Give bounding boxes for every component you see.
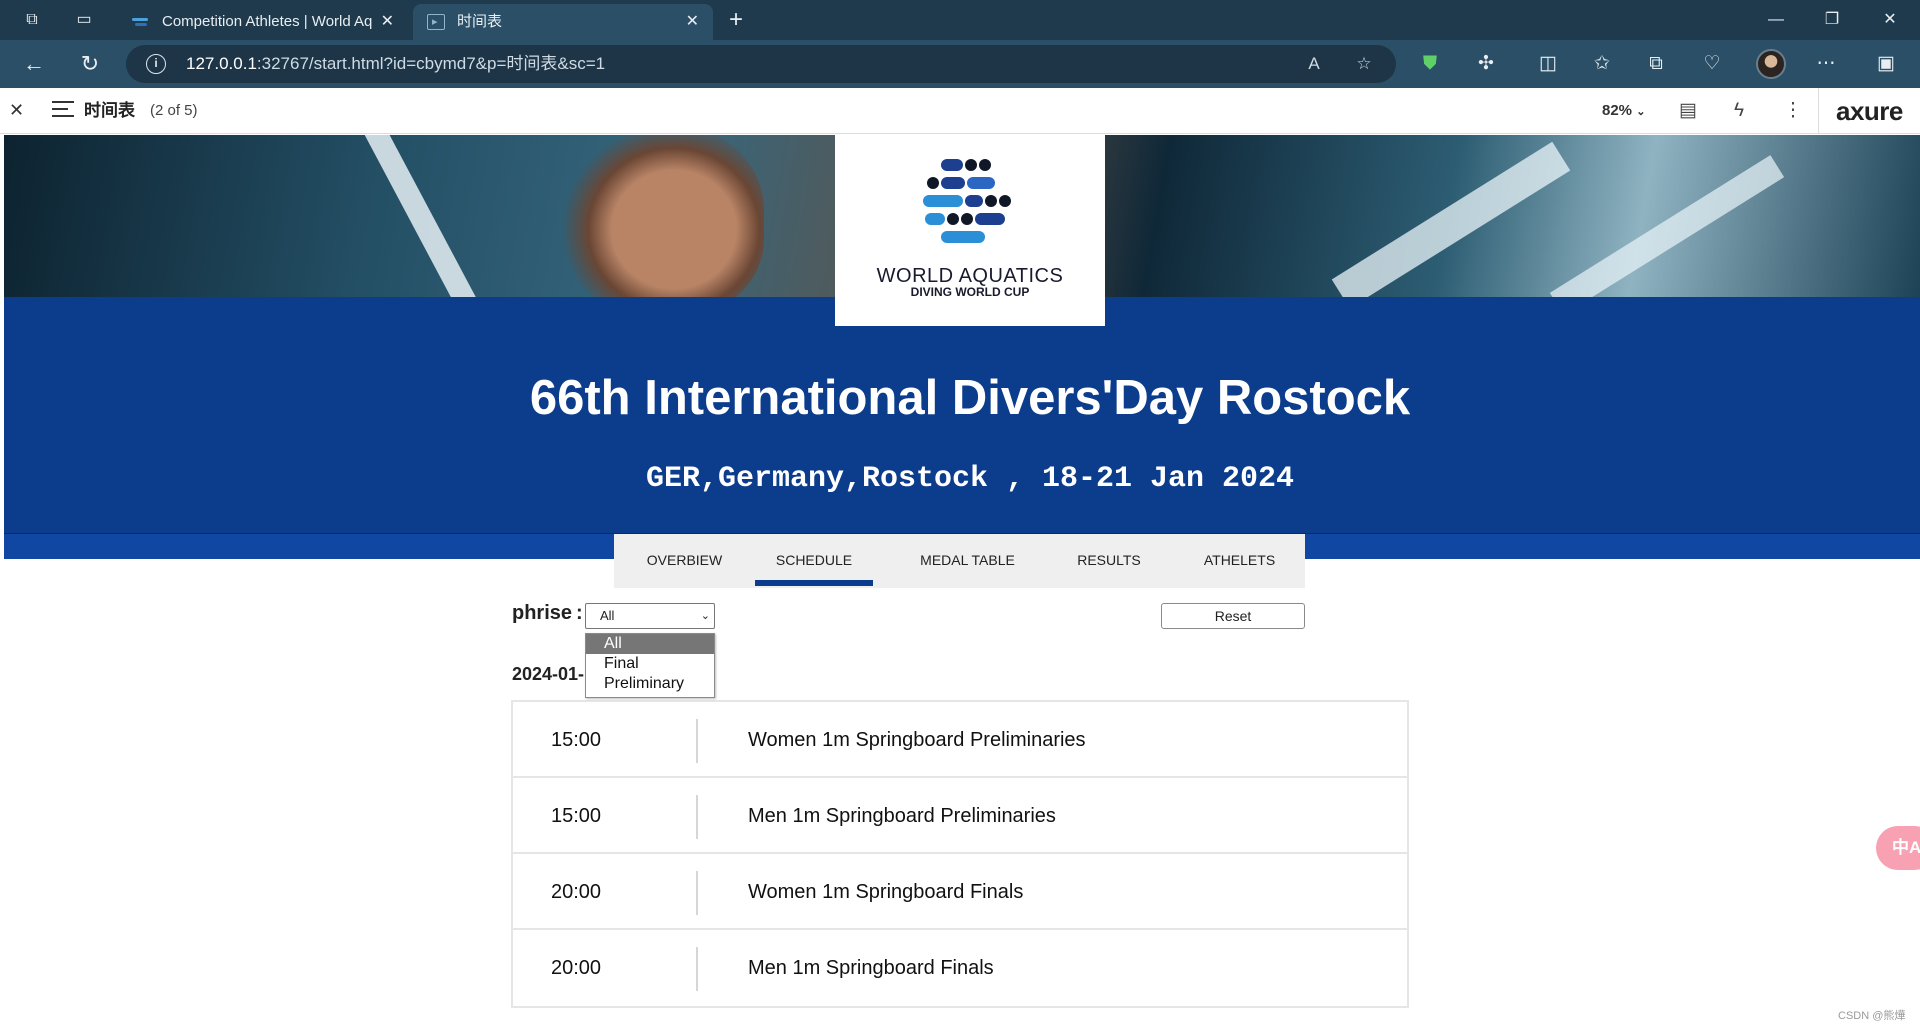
tab-medal-table[interactable]: MEDAL TABLE	[891, 534, 1044, 588]
event-location-dates: GER,Germany,Rostock , 18-21 Jan 2024	[645, 462, 1295, 496]
url-host: 127.0.0.1	[186, 54, 257, 73]
world-aquatics-favicon-icon	[132, 14, 150, 30]
new-tab-button[interactable]: +	[722, 6, 750, 34]
light-streak	[1549, 155, 1785, 297]
read-aloud-icon[interactable]: A	[1302, 52, 1326, 76]
tab-actions-icon[interactable]: ▭	[72, 8, 96, 32]
workspaces-icon[interactable]: ⧉	[20, 8, 44, 32]
schedule-date: 2024-01-	[512, 664, 584, 684]
close-icon[interactable]: ✕	[9, 100, 24, 121]
sitemap-menu-icon[interactable]	[52, 101, 74, 119]
event-title: 66th International Divers'Day Rostock	[529, 371, 1411, 425]
diving-board-streak	[363, 135, 487, 297]
world-aquatics-logo-card: WORLD AQUATICS DIVING WORLD CUP	[835, 135, 1105, 326]
close-tab-icon[interactable]: ✕	[686, 4, 699, 40]
restore-button[interactable]: ❐	[1812, 4, 1852, 36]
minimize-button[interactable]: —	[1756, 4, 1796, 36]
favorite-star-icon[interactable]: ☆	[1352, 52, 1376, 76]
phrise-select-value: All	[600, 608, 615, 623]
event-name: Men 1m Springboard Preliminaries	[748, 805, 1056, 827]
favorites-icon[interactable]: ✩	[1588, 50, 1616, 78]
event-name: Women 1m Springboard Finals	[748, 881, 1024, 903]
tab-overview[interactable]: OVERBIEW	[614, 534, 755, 588]
page-count: (2 of 5)	[150, 102, 198, 119]
event-nav-tabs: OVERBIEW SCHEDULE MEDAL TABLE RESULTS AT…	[614, 534, 1305, 588]
chevron-down-icon: ⌄	[700, 610, 710, 622]
phrise-select[interactable]: All ⌄	[585, 603, 715, 629]
profile-avatar[interactable]	[1756, 49, 1786, 79]
dropdown-option-preliminary[interactable]: Preliminary	[586, 674, 714, 694]
address-bar[interactable]: i 127.0.0.1:32767/start.html?id=cbymd7&p…	[126, 45, 1396, 83]
browser-tab-competition-athletes[interactable]: Competition Athletes | World Aq ✕	[118, 4, 408, 40]
axure-logo: axure	[1836, 96, 1903, 126]
light-streak	[1331, 141, 1571, 297]
tab-athletes[interactable]: ATHELETS	[1174, 534, 1305, 588]
url-text[interactable]: 127.0.0.1:32767/start.html?id=cbymd7&p=时…	[186, 45, 605, 83]
diver-figure	[564, 135, 764, 297]
phrise-label: phrise :	[512, 602, 583, 624]
browser-tab-strip: ⧉ ▭ Competition Athletes | World Aq ✕ 时间…	[0, 0, 1920, 40]
close-window-button[interactable]: ✕	[1870, 4, 1910, 36]
schedule-table: 15:00 Women 1m Springboard Preliminaries…	[511, 700, 1409, 1008]
event-name: Men 1m Springboard Finals	[748, 957, 994, 979]
divider	[696, 719, 698, 763]
notes-icon[interactable]: ▤	[1675, 98, 1701, 124]
event-time: 15:00	[551, 805, 602, 827]
schedule-row[interactable]: 20:00 Men 1m Springboard Finals	[513, 930, 1407, 1006]
divider	[696, 947, 698, 991]
phrise-dropdown-list: All Final Preliminary	[585, 633, 715, 698]
tab-title: 时间表	[457, 13, 503, 30]
back-button[interactable]: ←	[20, 50, 48, 78]
browser-essentials-icon[interactable]: ♡	[1698, 50, 1726, 78]
axure-favicon-icon	[427, 4, 445, 40]
org-subtitle: DIVING WORLD CUP	[910, 285, 1030, 299]
chevron-down-icon: ⌄	[1636, 106, 1646, 118]
more-vertical-icon[interactable]: ⋮	[1780, 98, 1806, 124]
address-bar-row: ← ↻ i 127.0.0.1:32767/start.html?id=cbym…	[0, 40, 1920, 88]
site-info-icon[interactable]: i	[146, 54, 166, 74]
refresh-button[interactable]: ↻	[76, 50, 104, 78]
schedule-row[interactable]: 15:00 Men 1m Springboard Preliminaries	[513, 778, 1407, 854]
split-screen-icon[interactable]: ◫	[1534, 50, 1562, 78]
close-tab-icon[interactable]: ✕	[381, 4, 394, 40]
shield-extension-icon[interactable]: ⛊	[1416, 50, 1444, 78]
axure-toolbar: ✕ 时间表 (2 of 5) 82% ⌄ ▤ ϟ ⋮ axure	[0, 88, 1920, 134]
schedule-row[interactable]: 15:00 Women 1m Springboard Preliminaries	[513, 702, 1407, 778]
active-tab-indicator	[755, 580, 873, 586]
dropdown-option-final[interactable]: Final	[586, 654, 714, 674]
page-title: 时间表	[84, 101, 135, 120]
url-path: :32767/start.html?id=cbymd7&p=时间表&sc=1	[256, 54, 606, 73]
event-time: 15:00	[551, 729, 602, 751]
divider	[1818, 88, 1819, 134]
tab-results[interactable]: RESULTS	[1044, 534, 1174, 588]
schedule-row[interactable]: 20:00 Women 1m Springboard Finals	[513, 854, 1407, 930]
zoom-selector[interactable]: 82% ⌄	[1602, 88, 1645, 135]
event-time: 20:00	[551, 881, 602, 903]
browser-tab-schedule[interactable]: 时间表 ✕	[413, 4, 713, 40]
dropdown-option-all[interactable]: All	[586, 634, 714, 654]
more-options-icon[interactable]: ⋯	[1812, 50, 1840, 78]
extensions-icon[interactable]: ✣	[1472, 50, 1500, 78]
event-name: Women 1m Springboard Preliminaries	[748, 729, 1086, 751]
event-time: 20:00	[551, 957, 602, 979]
tab-title: Competition Athletes | World Aq	[162, 13, 372, 30]
divider	[696, 795, 698, 839]
reset-button[interactable]: Reset	[1161, 603, 1305, 629]
sidebar-toggle-icon[interactable]: ▣	[1872, 50, 1900, 78]
hotspots-icon[interactable]: ϟ	[1726, 98, 1752, 124]
translate-float-button[interactable]: 中A	[1876, 826, 1920, 870]
watermark: CSDN @熊燁	[1838, 1010, 1906, 1022]
zoom-value: 82%	[1602, 102, 1633, 119]
collections-icon[interactable]: ⧉	[1642, 50, 1670, 78]
world-aquatics-logo-icon	[923, 159, 1023, 243]
divider	[696, 871, 698, 915]
